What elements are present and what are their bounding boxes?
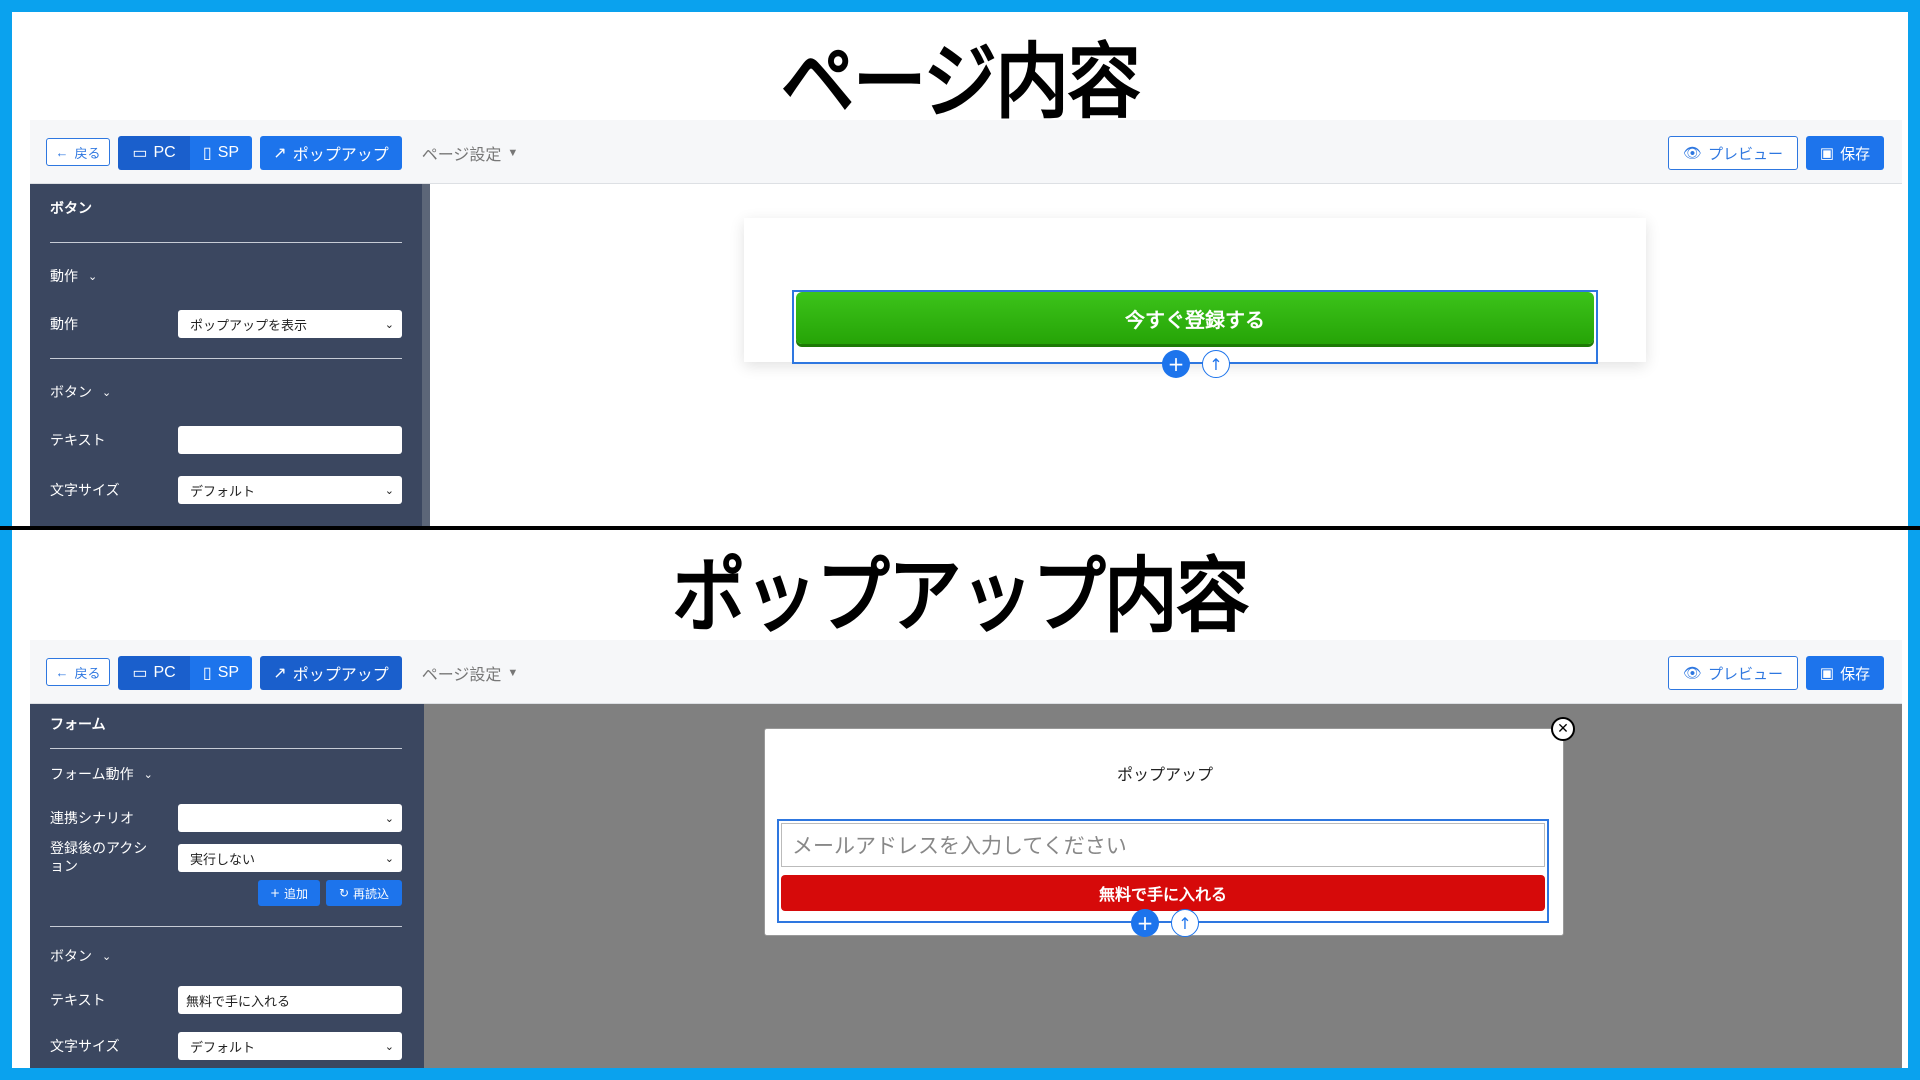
- popup-title: ポップアップ: [1116, 765, 1213, 784]
- chevron-down-icon: ⌄: [384, 1039, 394, 1053]
- caret-down-icon: ▼: [507, 667, 519, 679]
- selected-form-block[interactable]: メールアドレスを入力してください 無料で手に入れる + ↑: [777, 819, 1549, 937]
- divider: [50, 242, 402, 243]
- scenario-select[interactable]: ⌄: [178, 804, 402, 832]
- scenario-label: 連携シナリオ: [50, 811, 134, 827]
- plus-icon: +: [269, 886, 281, 900]
- email-field[interactable]: メールアドレスを入力してください: [781, 823, 1545, 867]
- properties-sidebar: フォーム フォーム動作 ⌄ 連携シナリオ ⌄ 登録後のアクション 実行しない ⌄ +…: [30, 704, 424, 1074]
- save-button[interactable]: ▣ 保存: [1806, 656, 1884, 690]
- chevron-down-icon: ⌄: [102, 385, 112, 399]
- heading-popup-content: ポップアップ内容: [671, 549, 1250, 644]
- sidebar-title: フォーム: [50, 717, 106, 733]
- section-form-action-toggle[interactable]: フォーム動作 ⌄: [50, 764, 153, 784]
- add-block-button[interactable]: +: [1131, 909, 1159, 937]
- text-label: テキスト: [50, 433, 106, 449]
- external-link-icon: ↗: [273, 665, 287, 682]
- pc-view-button[interactable]: ▭ PC: [118, 136, 190, 170]
- text-input[interactable]: [178, 426, 402, 454]
- popup-editor-panel: ← 戻る ▭ PC ▯ SP ↗ ポップアップ ページ設定 ▼ 👁 プレビュー ▣ 保存 フォ…: [30, 640, 1902, 1074]
- section-button-toggle[interactable]: ボタン ⌄: [50, 382, 111, 402]
- text-label: テキスト: [50, 993, 106, 1009]
- page-canvas: 今すぐ登録する + ↑: [438, 184, 1902, 528]
- font-size-select[interactable]: デフォルト ⌄: [178, 476, 402, 504]
- action-select[interactable]: ポップアップを表示 ⌄: [178, 310, 402, 338]
- move-up-button[interactable]: ↑: [1171, 909, 1199, 937]
- pc-view-button[interactable]: ▭ PC: [118, 656, 190, 690]
- monitor-icon: ▭: [132, 145, 148, 162]
- chevron-down-icon: ⌄: [384, 317, 394, 331]
- heading-page-content: ページ内容: [780, 35, 1141, 130]
- popup-canvas: ✕ ポップアップ メールアドレスを入力してください 無料で手に入れる + ↑: [424, 704, 1902, 1074]
- sp-view-button[interactable]: ▯ SP: [190, 656, 252, 690]
- page-section: 今すぐ登録する + ↑: [744, 218, 1646, 378]
- editor-toolbar: ← 戻る ▭ PC ▯ SP ↗ ポップアップ ページ設定 ▼ 👁 プレビュー ▣ 保存: [30, 120, 1902, 184]
- page-settings-dropdown[interactable]: ページ設定 ▼: [414, 656, 526, 690]
- editor-toolbar: ← 戻る ▭ PC ▯ SP ↗ ポップアップ ページ設定 ▼ 👁 プレビュー ▣ 保存: [30, 640, 1902, 704]
- arrow-left-icon: ←: [55, 144, 69, 160]
- font-size-label: 文字サイズ: [50, 483, 120, 499]
- chevron-down-icon: ⌄: [384, 851, 394, 865]
- add-button[interactable]: + 追加: [258, 880, 320, 906]
- font-size-label: 文字サイズ: [50, 1039, 120, 1055]
- chevron-down-icon: ⌄: [143, 767, 153, 781]
- section-action-toggle[interactable]: 動作 ⌄: [50, 266, 97, 286]
- after-action-label: 登録後のアクション: [50, 841, 148, 875]
- preview-button[interactable]: 👁 プレビュー: [1668, 136, 1798, 170]
- save-button[interactable]: ▣ 保存: [1806, 136, 1884, 170]
- page-settings-dropdown[interactable]: ページ設定 ▼: [414, 136, 526, 170]
- floppy-icon: ▣: [1819, 665, 1835, 682]
- chevron-down-icon: ⌄: [384, 483, 394, 497]
- page-editor-panel: ← 戻る ▭ PC ▯ SP ↗ ポップアップ ページ設定 ▼ 👁 プレビュー ▣ 保存 ボタ…: [30, 120, 1902, 528]
- back-button[interactable]: ← 戻る: [46, 658, 110, 686]
- properties-sidebar: ボタン 動作 ⌄ 動作 ポップアップを表示 ⌄ ボタン ⌄ テキスト 文字サイズ デフ…: [30, 184, 430, 528]
- close-icon[interactable]: ✕: [1551, 717, 1575, 741]
- chevron-down-icon: ⌄: [102, 949, 112, 963]
- phone-icon: ▯: [202, 665, 212, 682]
- monitor-icon: ▭: [132, 665, 148, 682]
- popup-button[interactable]: ↗ ポップアップ: [260, 136, 402, 170]
- reload-button[interactable]: ↻ 再読込: [326, 880, 402, 906]
- sidebar-title: ボタン: [50, 201, 92, 217]
- add-block-button[interactable]: +: [1162, 350, 1190, 378]
- external-link-icon: ↗: [273, 145, 287, 162]
- selected-block[interactable]: 今すぐ登録する + ↑: [792, 290, 1598, 378]
- popup-modal: ✕ ポップアップ メールアドレスを入力してください 無料で手に入れる + ↑: [764, 717, 1575, 937]
- divider: [50, 926, 402, 927]
- section-divider: [0, 526, 1920, 530]
- chevron-down-icon: ⌄: [384, 811, 394, 825]
- eye-icon: 👁: [1682, 145, 1703, 162]
- text-input[interactable]: 無料で手に入れる: [178, 986, 402, 1014]
- submit-button[interactable]: 無料で手に入れる: [781, 875, 1545, 911]
- action-label: 動作: [50, 317, 78, 333]
- chevron-down-icon: ⌄: [88, 269, 98, 283]
- move-up-button[interactable]: ↑: [1202, 350, 1230, 378]
- font-size-select[interactable]: デフォルト ⌄: [178, 1032, 402, 1060]
- divider: [50, 358, 402, 359]
- caret-down-icon: ▼: [507, 147, 519, 159]
- sp-view-button[interactable]: ▯ SP: [190, 136, 252, 170]
- phone-icon: ▯: [202, 145, 212, 162]
- section-button-toggle[interactable]: ボタン ⌄: [50, 946, 111, 966]
- floppy-icon: ▣: [1819, 145, 1835, 162]
- popup-button[interactable]: ↗ ポップアップ: [260, 656, 402, 690]
- eye-icon: 👁: [1682, 665, 1703, 682]
- divider: [50, 748, 402, 749]
- preview-button[interactable]: 👁 プレビュー: [1668, 656, 1798, 690]
- back-button[interactable]: ← 戻る: [46, 138, 110, 166]
- after-action-select[interactable]: 実行しない ⌄: [178, 844, 402, 872]
- arrow-left-icon: ←: [55, 664, 69, 680]
- refresh-icon: ↻: [338, 886, 350, 900]
- cta-button[interactable]: 今すぐ登録する: [796, 292, 1594, 344]
